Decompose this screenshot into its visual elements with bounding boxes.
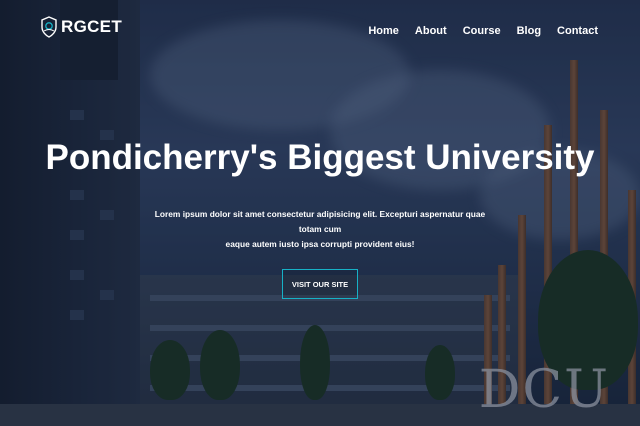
nav-menu: Home About Course Blog Contact [368, 25, 598, 37]
hero-title: Pondicherry's Biggest University [45, 138, 595, 177]
nav-link-blog[interactable]: Blog [517, 25, 541, 37]
visit-site-button[interactable]: VISIT OUR SITE [282, 269, 358, 299]
hero-subtitle: Lorem ipsum dolor sit amet consectetur a… [150, 207, 490, 252]
hero-subtitle-line-1: Lorem ipsum dolor sit amet consectetur a… [154, 209, 486, 234]
nav-link-contact[interactable]: Contact [557, 25, 598, 37]
hero-subtitle-line-2: eaque autem iusto ipsa corrupti providen… [225, 239, 415, 249]
nav-link-about[interactable]: About [415, 25, 447, 37]
navbar: RGCET Home About Course Blog Contact [0, 0, 640, 62]
brand-logo[interactable]: RGCET [40, 16, 122, 38]
nav-link-course[interactable]: Course [463, 25, 501, 37]
college-emblem-icon [41, 16, 57, 38]
brand-name: RGCET [61, 17, 122, 36]
hero-section: DCU RGCET Home About Course Blog Contact… [0, 0, 640, 426]
nav-link-home[interactable]: Home [368, 25, 399, 37]
